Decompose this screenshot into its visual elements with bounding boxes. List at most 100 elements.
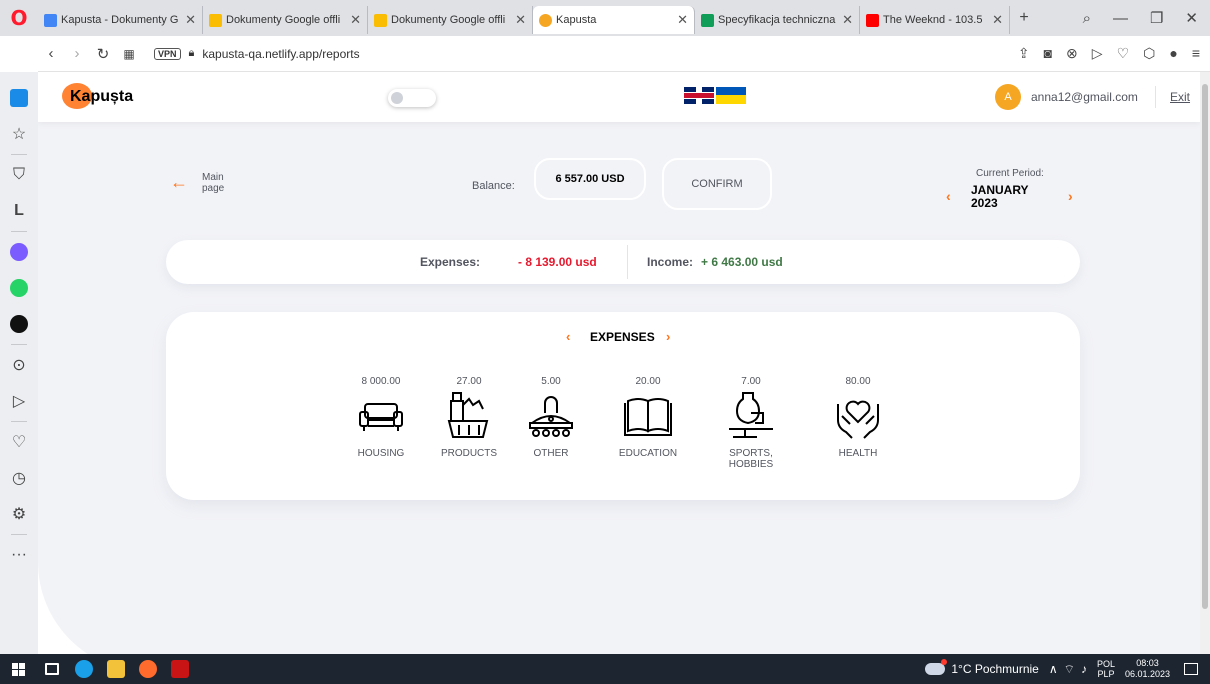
close-icon[interactable]: ✕ — [842, 12, 853, 28]
ufo-icon — [511, 390, 591, 442]
menu-icon[interactable]: ≡ — [1192, 45, 1200, 62]
divider — [11, 344, 27, 345]
opera-taskbar-icon[interactable] — [164, 660, 196, 678]
category-amount: 7.00 — [741, 376, 761, 387]
settings-gear-icon[interactable]: ⚙ — [0, 496, 38, 532]
send-flow-icon[interactable]: ▷ — [0, 383, 38, 419]
tab-kapusta-docs[interactable]: Kapusta - Dokumenty G ✕ — [38, 6, 203, 34]
tiktok-icon[interactable] — [0, 306, 38, 342]
tab-specyfikacja[interactable]: Specyfikacja techniczna ✕ — [695, 6, 860, 34]
scrollbar-thumb[interactable] — [1202, 84, 1208, 609]
more-icon[interactable]: ··· — [0, 537, 38, 573]
task-view-icon[interactable] — [36, 663, 68, 675]
app-logo[interactable]: Kapușta — [70, 88, 133, 106]
minimize-icon[interactable]: — — [1113, 10, 1128, 27]
opera-sidebar: ☆ ⛉ L ⊙ ▷ ♡ ◷ ⚙ ··· — [0, 72, 38, 654]
url-input[interactable]: kapusta-qa.netlify.app/reports — [202, 47, 359, 61]
divider — [11, 231, 27, 232]
tabs-grid-icon[interactable]: ▦ — [116, 47, 142, 61]
close-icon[interactable]: ✕ — [677, 12, 688, 28]
tab-the-weeknd[interactable]: The Weeknd - 103.5 ✕ — [860, 6, 1010, 34]
address-bar-tools: ⇪ ◙ ⊗ ▷ ♡ ⬡ ● ≡ — [1018, 45, 1200, 62]
income-label: Income: — [647, 255, 694, 269]
snap-icon[interactable]: ❐ — [1150, 9, 1163, 27]
player-icon[interactable]: ⊙ — [0, 347, 38, 383]
theme-toggle[interactable] — [388, 89, 436, 107]
chevron-left-icon[interactable]: ‹ — [566, 329, 570, 344]
windows-taskbar: 1°C Pochmurnie ∧ ⌔ ♪ POL PLP 08:03 06.01… — [0, 654, 1210, 684]
shopping-bag-icon[interactable]: ⛉ — [0, 157, 38, 193]
category-amount: 5.00 — [541, 376, 561, 387]
history-icon[interactable]: ◷ — [0, 460, 38, 496]
close-icon[interactable]: ✕ — [350, 12, 361, 28]
period-next-icon[interactable]: › — [1068, 188, 1073, 204]
tray-chevron-icon[interactable]: ∧ — [1049, 662, 1058, 676]
close-icon[interactable]: ✕ — [515, 12, 526, 28]
tab-title: Kapusta — [556, 14, 597, 26]
page-scrollbar[interactable] — [1200, 72, 1210, 654]
category-education[interactable]: 20.00 EDUCATION — [608, 376, 688, 459]
vpn-badge[interactable]: VPN — [154, 47, 181, 60]
tab-docs-offline-2[interactable]: Dokumenty Google offli ✕ — [368, 6, 533, 34]
exit-link[interactable]: Exit — [1170, 90, 1190, 104]
chevron-right-icon[interactable]: › — [666, 329, 670, 344]
l-app-icon[interactable]: L — [0, 193, 38, 229]
user-email: anna12@gmail.com — [1031, 90, 1138, 104]
close-icon[interactable]: ✕ — [992, 12, 1003, 28]
category-housing[interactable]: 8 000.00 HOUSING — [341, 376, 421, 459]
favorites-icon[interactable]: ♡ — [0, 424, 38, 460]
new-tab-button[interactable]: + — [1010, 9, 1038, 27]
lock-icon[interactable]: 🔒︎ — [189, 47, 195, 60]
volume-icon[interactable]: ♪ — [1081, 662, 1087, 676]
firefox-icon[interactable] — [132, 660, 164, 678]
tab-search-icon[interactable]: ⌕ — [1083, 10, 1091, 27]
back-arrow-icon[interactable]: ← — [170, 172, 188, 193]
balance-input[interactable]: 6 557.00 USD — [534, 158, 646, 200]
weather-text[interactable]: 1°C Pochmurnie — [951, 662, 1039, 676]
tab-kapusta-active[interactable]: Kapusta ✕ — [533, 6, 695, 34]
opera-logo-icon[interactable]: O — [0, 6, 38, 30]
cloud-icon — [925, 659, 948, 675]
windows-start-icon[interactable] — [0, 662, 36, 676]
uk-flag-icon[interactable] — [684, 87, 714, 104]
file-explorer-icon[interactable] — [100, 660, 132, 678]
camera-icon[interactable]: ◙ — [1044, 45, 1052, 62]
tab-docs-offline-1[interactable]: Dokumenty Google offli ✕ — [203, 6, 368, 34]
main-page-link[interactable]: Main page — [202, 172, 242, 194]
google-drive-icon — [209, 13, 222, 27]
card-title: EXPENSES — [590, 330, 655, 344]
reload-icon[interactable]: ↻ — [90, 45, 116, 63]
whatsapp-icon[interactable] — [0, 270, 38, 306]
extensions-icon[interactable]: ⬡ — [1143, 45, 1155, 62]
category-products[interactable]: 27.00 PRODUCTS — [429, 376, 509, 459]
window-close-icon[interactable]: ✕ — [1185, 9, 1198, 27]
back-icon[interactable]: ‹ — [38, 45, 64, 62]
category-other[interactable]: 5.00 OTHER — [511, 376, 591, 459]
share-icon[interactable]: ⇪ — [1018, 45, 1030, 62]
groceries-icon — [429, 390, 509, 442]
confirm-button[interactable]: CONFIRM — [662, 158, 772, 210]
home-icon[interactable] — [0, 80, 38, 116]
period-prev-icon[interactable]: ‹ — [946, 188, 951, 204]
close-icon[interactable]: ✕ — [185, 12, 196, 28]
heart-icon[interactable]: ♡ — [1117, 45, 1130, 62]
profile-icon[interactable]: ● — [1169, 45, 1177, 62]
adblock-icon[interactable]: ⊗ — [1066, 45, 1078, 62]
tab-title: Specyfikacja techniczna — [718, 14, 836, 26]
book-icon — [608, 390, 688, 442]
messenger-icon[interactable] — [0, 234, 38, 270]
category-label: HOUSING — [357, 448, 405, 459]
send-icon[interactable]: ▷ — [1092, 45, 1103, 62]
clock-date: 06.01.2023 — [1124, 669, 1170, 679]
network-icon[interactable]: ⌔ — [1064, 662, 1075, 677]
clock[interactable]: 08:03 06.01.2023 — [1125, 658, 1170, 680]
star-icon[interactable]: ☆ — [0, 116, 38, 152]
category-health[interactable]: 80.00 HEALTH — [818, 376, 898, 459]
category-sports-hobbies[interactable]: 7.00 SPORTS, HOBBIES — [711, 376, 791, 470]
ukraine-flag-icon[interactable] — [716, 87, 746, 104]
edge-icon[interactable] — [68, 660, 100, 678]
notification-icon[interactable] — [1184, 663, 1198, 675]
forward-icon[interactable]: › — [64, 45, 90, 62]
language-indicator[interactable]: POL PLP — [1097, 659, 1115, 679]
summary-bar: Expenses: - 8 139.00 usd Income: + 6 463… — [166, 240, 1080, 284]
